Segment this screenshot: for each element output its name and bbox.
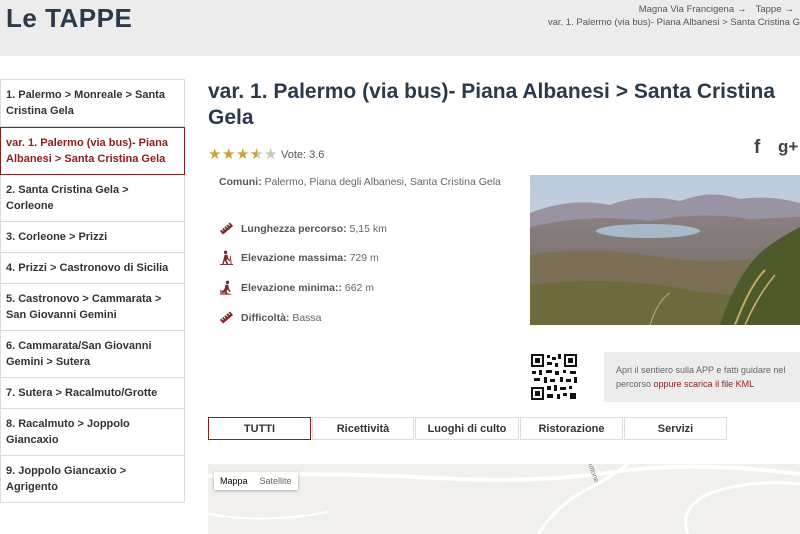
- map-type-mappa[interactable]: Mappa: [214, 472, 254, 490]
- map-type-satellite[interactable]: Satellite: [254, 472, 298, 490]
- max-elevation-row: Elevazione massima: 729 m: [219, 250, 379, 265]
- detail-value: Bassa: [292, 311, 322, 324]
- min-elevation-row: Elevazione minima:: 662 m: [219, 280, 374, 295]
- ruler-icon: [219, 222, 234, 235]
- page-section-title: Le TAPPE: [6, 3, 133, 33]
- kml-download-link[interactable]: oppure scarica il file KML: [654, 379, 755, 389]
- rating: ★ ★ ★ ★ ★ Vote: 3.6: [208, 147, 325, 164]
- breadcrumb-current: var. 1. Palermo (via bus)- Piana Albanes…: [547, 17, 800, 28]
- comuni-info: Comuni: Palermo, Piana degli Albanesi, S…: [219, 175, 519, 190]
- googleplus-share-icon[interactable]: g+: [778, 137, 798, 157]
- qr-code[interactable]: [530, 353, 578, 401]
- sidebar-item-stage[interactable]: 1. Palermo > Monreale > Santa Cristina G…: [0, 79, 185, 127]
- poi-filter-tabs: TUTTI Ricettività Luoghi di culto Ristor…: [208, 417, 728, 440]
- sidebar-item-stage[interactable]: 6. Cammarata/San Giovanni Gemini > Suter…: [0, 331, 185, 378]
- tab-tutti[interactable]: TUTTI: [208, 417, 311, 440]
- difficulty-row: Difficoltà: Bassa: [219, 310, 322, 325]
- tab-luoghi-di-culto[interactable]: Luoghi di culto: [415, 417, 519, 440]
- comuni-value: Palermo, Piana degli Albanesi, Santa Cri…: [264, 176, 501, 188]
- star-full-icon[interactable]: ★: [222, 147, 236, 163]
- app-download-box: Apri il sentiero sulla APP e fatti guida…: [604, 352, 800, 402]
- sidebar-item-stage[interactable]: 7. Sutera > Racalmuto/Grotte: [0, 378, 185, 409]
- detail-value: 662 m: [344, 281, 375, 294]
- star-full-icon[interactable]: ★: [208, 147, 222, 163]
- detail-label: Elevazione minima::: [241, 281, 342, 294]
- length-row: Lunghezza percorso: 5,15 km: [219, 221, 387, 236]
- detail-label: Lunghezza percorso:: [241, 222, 347, 235]
- stage-title: var. 1. Palermo (via bus)- Piana Albanes…: [208, 80, 776, 129]
- stages-sidebar: 1. Palermo > Monreale > Santa Cristina G…: [0, 79, 185, 503]
- map-type-control: Mappa Satellite: [214, 472, 298, 490]
- detail-label: Elevazione massima:: [241, 251, 347, 264]
- app-text: Apri il sentiero sulla APP e fatti guida…: [616, 365, 786, 375]
- sidebar-item-stage[interactable]: 3. Corleone > Prizzi: [0, 222, 185, 253]
- stage-info: Comuni: Palermo, Piana degli Albanesi, S…: [219, 175, 519, 324]
- breadcrumb-arrow-icon: →: [784, 4, 795, 15]
- breadcrumb-link-home[interactable]: Magna Via Francigena: [639, 4, 734, 15]
- facebook-share-icon[interactable]: f: [754, 137, 760, 159]
- sidebar-item-stage[interactable]: 9. Joppolo Giancaxio > Agrigento: [0, 456, 185, 503]
- sidebar-item-stage[interactable]: 5. Castronovo > Cammarata > San Giovanni…: [0, 284, 185, 331]
- tab-ricettivita[interactable]: Ricettività: [312, 417, 414, 440]
- detail-label: Difficoltà:: [241, 311, 290, 324]
- tab-ristorazione[interactable]: Ristorazione: [520, 417, 623, 440]
- star-empty-icon[interactable]: ★: [264, 147, 278, 163]
- sidebar-item-stage-active[interactable]: var. 1. Palermo (via bus)- Piana Albanes…: [0, 127, 185, 175]
- app-text-line2: percorso oppure scarica il file KML: [616, 379, 755, 389]
- hiker-uphill-icon: [219, 250, 234, 265]
- star-half-icon[interactable]: ★: [250, 147, 264, 164]
- tab-servizi[interactable]: Servizi: [624, 417, 727, 440]
- comuni-label: Comuni:: [219, 176, 262, 188]
- breadcrumb-link-tappe[interactable]: Tappe: [756, 4, 782, 15]
- vote-label: Vote: 3.6: [281, 149, 325, 161]
- detail-value: 729 m: [349, 251, 379, 264]
- star-full-icon[interactable]: ★: [236, 147, 250, 163]
- breadcrumb: Magna Via Francigena → Tappe → var. 1. Pale…: [548, 3, 800, 29]
- ruler-icon: [219, 311, 234, 324]
- sidebar-item-stage[interactable]: 4. Prizzi > Castronovo di Sicilia: [0, 253, 185, 284]
- route-map[interactable]: Mappa Satellite ebuttone: [208, 464, 800, 534]
- breadcrumb-arrow-icon: →: [737, 4, 747, 15]
- sidebar-item-stage[interactable]: 2. Santa Cristina Gela > Corleone: [0, 175, 185, 222]
- sidebar-item-stage[interactable]: 8. Racalmuto > Joppolo Giancaxio: [0, 409, 185, 456]
- hiker-downhill-icon: [219, 280, 234, 295]
- page-header: Le TAPPE Magna Via Francigena → Tappe → var…: [0, 0, 800, 56]
- stage-landscape-photo[interactable]: [530, 175, 800, 325]
- detail-value: 5,15 km: [349, 222, 387, 235]
